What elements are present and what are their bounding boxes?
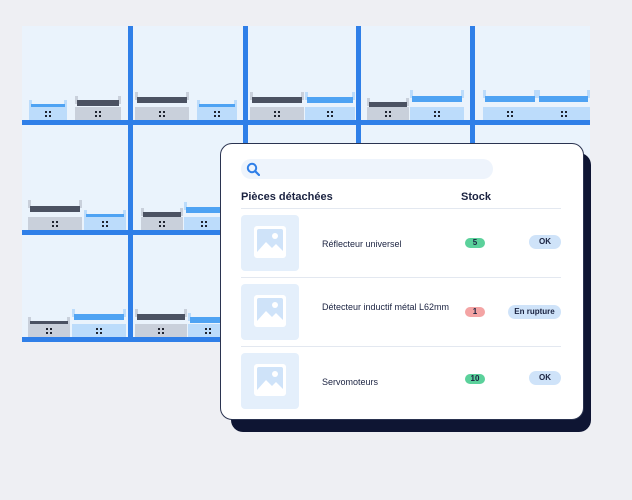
stock-quantity-badge: 5 <box>465 238 485 248</box>
storage-bin <box>410 86 464 120</box>
part-thumbnail <box>241 353 299 409</box>
divider <box>241 277 561 278</box>
storage-bin <box>135 88 189 120</box>
search-bar[interactable] <box>241 159 493 179</box>
stock-status-badge: OK <box>529 235 561 249</box>
column-header-parts: Pièces détachées <box>241 191 333 203</box>
search-input[interactable] <box>265 159 485 179</box>
rack-beam <box>22 120 590 125</box>
part-thumbnail <box>241 284 299 340</box>
illustration-canvas: Pièces détachées Stock Réflecteur univer… <box>0 0 632 500</box>
table-row[interactable]: Servomoteurs 10 OK <box>241 353 561 411</box>
search-icon[interactable] <box>246 162 260 176</box>
stock-quantity-badge: 1 <box>465 307 485 317</box>
stock-status-badge: En rupture <box>508 305 561 319</box>
divider <box>241 346 561 347</box>
storage-bin <box>135 305 187 337</box>
table-row[interactable]: Détecteur inductif métal L62mm 1 En rupt… <box>241 284 561 342</box>
image-placeholder-icon <box>254 226 286 258</box>
part-name: Détecteur inductif métal L62mm <box>322 302 450 312</box>
rack-post <box>128 26 133 342</box>
storage-bin <box>84 206 126 230</box>
storage-bin <box>483 86 537 120</box>
storage-bin <box>72 305 126 337</box>
storage-bin <box>367 94 409 120</box>
table-row[interactable]: Réflecteur universel 5 OK <box>241 215 561 273</box>
storage-bin <box>28 313 70 337</box>
stock-quantity-badge: 10 <box>465 374 485 384</box>
parts-inventory-panel: Pièces détachées Stock Réflecteur univer… <box>220 143 584 420</box>
storage-bin <box>250 88 304 120</box>
storage-bin <box>29 96 67 120</box>
storage-bin <box>305 88 355 120</box>
image-placeholder-icon <box>254 295 286 327</box>
stock-status-badge: OK <box>529 371 561 385</box>
storage-bin <box>28 196 82 230</box>
part-name: Réflecteur universel <box>322 239 402 249</box>
image-placeholder-icon <box>254 364 286 396</box>
storage-bin <box>537 86 590 120</box>
column-header-stock: Stock <box>461 191 491 203</box>
storage-bin <box>197 96 237 120</box>
storage-bin <box>184 198 224 230</box>
storage-bin <box>141 204 183 230</box>
part-name: Servomoteurs <box>322 377 379 387</box>
part-thumbnail <box>241 215 299 271</box>
divider <box>241 208 561 209</box>
storage-bin <box>75 92 121 120</box>
